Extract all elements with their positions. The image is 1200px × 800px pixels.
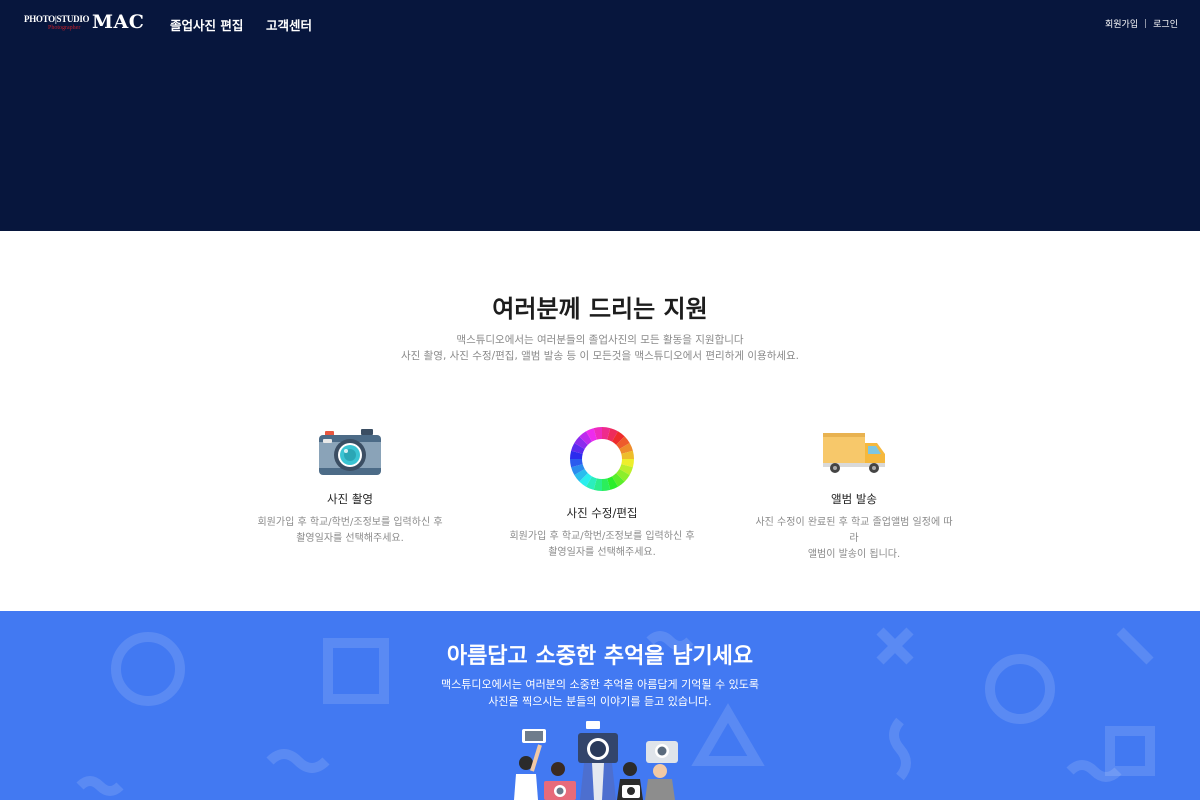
logo-brand-text: MAC	[92, 11, 145, 33]
feature-title: 사진 촬영	[327, 492, 373, 506]
memory-section: 아름답고 소중한 추억을 남기세요 맥스튜디오에서는 여러분의 소중한 추억을 …	[0, 611, 1200, 800]
feature-description: 회원가입 후 학교/학번/조정보를 입력하신 후 촬영일자를 선택해주세요.	[509, 531, 695, 558]
login-link[interactable]: 로그인	[1153, 17, 1178, 30]
memory-desc-line: 사진을 찍으시는 분들의 이야기를 듣고 있습니다.	[488, 695, 712, 708]
nav-customer-center[interactable]: 고객센터	[266, 15, 312, 34]
support-title: 여러분께 드리는 지원	[492, 295, 708, 323]
logo-photo-text: PHOTO|STUDIO	[24, 14, 90, 24]
truck-icon	[823, 433, 885, 473]
support-section: 여러분께 드리는 지원 맥스튜디오에서는 여러분들의 졸업사진의 모든 활동을 …	[0, 231, 1200, 611]
studio-logo[interactable]: PHOTO|STUDIO Photographer MAC	[24, 11, 145, 36]
feature-photo-shoot: 사진 촬영 회원가입 후 학교/학번/조정보를 입력하신 후 촬영일자를 선택해…	[230, 427, 470, 547]
memory-description: 맥스튜디오에서는 여러분의 소중한 추억을 아름답게 기억될 수 있도록 사진을…	[0, 676, 1200, 710]
camera-icon	[319, 429, 381, 475]
util-separator: |	[1144, 18, 1148, 29]
feature-album-delivery: 앨범 발송 사진 수정이 완료된 후 학교 졸업앨범 일정에 따 라 앨범이 발…	[734, 427, 974, 563]
memory-title: 아름답고 소중한 추억을 남기세요	[446, 644, 754, 669]
memory-desc-line: 맥스튜디오에서는 여러분의 소중한 추억을 아름답게 기억될 수 있도록	[441, 678, 759, 691]
support-description: 맥스튜디오에서는 여러분들의 졸업사진의 모든 활동을 지원합니다 사진 촬영,…	[0, 332, 1200, 364]
color-wheel-icon	[570, 427, 634, 491]
hero-header: PHOTO|STUDIO Photographer MAC 졸업사진 편집 고객…	[0, 0, 1200, 231]
nav-photo-edit[interactable]: 졸업사진 편집	[170, 15, 243, 34]
feature-title: 앨범 발송	[831, 492, 877, 506]
logo-sub-text: Photographer	[48, 25, 81, 31]
signup-link[interactable]: 회원가입	[1105, 17, 1138, 30]
feature-description: 사진 수정이 완료된 후 학교 졸업앨범 일정에 따 라 앨범이 발송이 됩니다…	[755, 517, 953, 560]
support-desc-line: 사진 촬영, 사진 수정/편집, 앨범 발송 등 이 모든것을 맥스튜디오에서 …	[400, 350, 800, 362]
feature-title: 사진 수정/편집	[566, 506, 638, 520]
feature-photo-edit: 사진 수정/편집 회원가입 후 학교/학번/조정보를 입력하신 후 촬영일자를 …	[482, 427, 722, 561]
support-desc-line: 맥스튜디오에서는 여러분들의 졸업사진의 모든 활동을 지원합니다	[456, 334, 744, 346]
feature-description: 회원가입 후 학교/학번/조정보를 입력하신 후 촬영일자를 선택해주세요.	[257, 517, 443, 544]
util-links: 회원가입 | 로그인	[1105, 17, 1178, 31]
photographers-illustration	[514, 721, 678, 800]
